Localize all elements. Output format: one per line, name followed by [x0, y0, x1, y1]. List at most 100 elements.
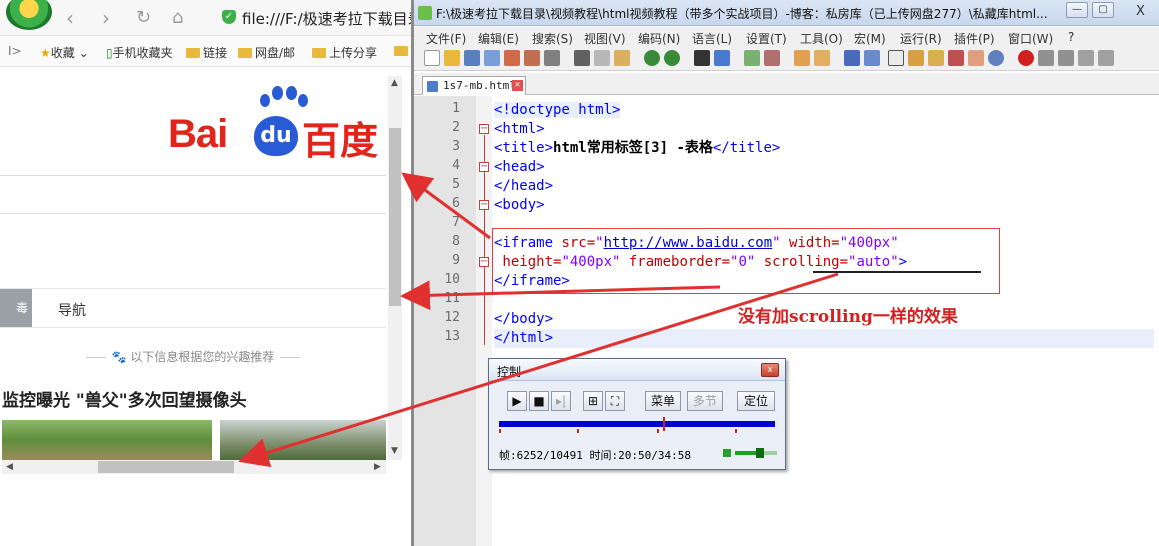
menu-file[interactable]: 文件(F) — [426, 30, 466, 47]
minimize-button[interactable]: — — [1066, 2, 1088, 18]
open-file-icon[interactable] — [444, 50, 460, 66]
scroll-down-icon[interactable]: ▼ — [391, 446, 398, 456]
news-thumbnail[interactable] — [220, 420, 386, 460]
window-title: F:\极速考拉下载目录\视频教程\html视频教程（带多个实战项目）-博客：私房… — [436, 7, 1048, 21]
search-box-edge[interactable] — [0, 213, 386, 214]
tab-close-icon[interactable]: ✕ — [512, 80, 523, 91]
zoom-in-icon[interactable] — [744, 50, 760, 66]
back-icon[interactable]: ‹ — [66, 7, 74, 29]
vertical-scrollbar[interactable]: ▲ ▼ — [388, 76, 402, 460]
save-icon[interactable] — [464, 50, 480, 66]
copy-icon[interactable] — [594, 50, 610, 66]
new-file-icon[interactable] — [424, 50, 440, 66]
menu-help[interactable]: ? — [1068, 30, 1074, 44]
close-file-icon[interactable] — [504, 50, 520, 66]
nav-tab-left[interactable]: 毒 — [0, 289, 32, 327]
sync-scroll-icon[interactable] — [794, 50, 810, 66]
news-thumbnail[interactable] — [2, 420, 212, 460]
reload-icon[interactable]: ↻ — [136, 7, 151, 29]
udl-icon[interactable] — [908, 50, 924, 66]
scroll-left-icon[interactable]: ◀ — [6, 462, 13, 472]
bookmark-more[interactable] — [394, 44, 411, 58]
stop-macro-icon[interactable] — [1038, 50, 1054, 66]
playback-progress-track[interactable] — [499, 421, 775, 427]
menu-settings[interactable]: 设置(T) — [746, 30, 787, 47]
stop-icon[interactable]: ■ — [529, 391, 549, 411]
scroll-right-icon[interactable]: ▶ — [374, 462, 381, 472]
tab-file[interactable]: 1s7-mb.html ✕ — [422, 76, 526, 95]
record-macro-icon[interactable] — [1018, 50, 1034, 66]
folder-workspace-icon[interactable] — [968, 50, 984, 66]
sidebar-toggle-icon[interactable]: I> — [8, 44, 22, 58]
undo-icon[interactable] — [644, 50, 660, 66]
show-all-chars-icon[interactable] — [864, 50, 880, 66]
bookmark-upload-share[interactable]: 上传分享 — [312, 44, 377, 61]
control-close-button[interactable]: x — [761, 363, 779, 377]
find-icon[interactable] — [694, 50, 710, 66]
playback-position-marker[interactable] — [663, 417, 665, 431]
bookmark-favorites[interactable]: ★收藏 ⌄ — [40, 44, 89, 61]
doc-map-icon[interactable] — [928, 50, 944, 66]
news-headline[interactable]: 监控曝光 "兽父"多次回望摄像头 — [2, 386, 247, 411]
home-icon[interactable]: ⌂ — [172, 7, 183, 29]
fold-toggle-icon[interactable]: − — [479, 257, 489, 267]
editor-titlebar[interactable]: F:\极速考拉下载目录\视频教程\html视频教程（带多个实战项目）-博客：私房… — [414, 0, 1159, 26]
fold-toggle-icon[interactable]: − — [479, 200, 489, 210]
menu-encoding[interactable]: 编码(N) — [638, 30, 680, 47]
chapters-button[interactable]: 多节 — [687, 391, 723, 411]
nav-row: 毒 导航 — [0, 288, 386, 328]
control-titlebar[interactable]: 控制 x — [489, 359, 785, 381]
cut-icon[interactable] — [574, 50, 590, 66]
step-icon[interactable]: ▸| — [551, 391, 571, 411]
sync-horizontal-icon[interactable] — [814, 50, 830, 66]
bookmark-mobile[interactable]: ▯手机收藏夹 — [106, 44, 173, 61]
menu-button[interactable]: 菜单 — [645, 391, 681, 411]
address-bar[interactable]: file:///F:/极速考拉下载目录 — [242, 8, 412, 29]
play-icon[interactable]: ▶ — [507, 391, 527, 411]
fit-window-icon[interactable]: ⊞ — [583, 391, 603, 411]
vertical-scroll-thumb[interactable] — [389, 128, 401, 306]
scroll-up-icon[interactable]: ▲ — [391, 78, 398, 88]
forward-icon[interactable]: › — [102, 7, 110, 29]
fold-toggle-icon[interactable]: − — [479, 124, 489, 134]
nav-tab-navigation[interactable]: 导航 — [58, 300, 86, 320]
line-number: 6 — [452, 196, 460, 211]
monitoring-icon[interactable] — [988, 50, 1004, 66]
menu-view[interactable]: 视图(V) — [584, 30, 626, 47]
redo-icon[interactable] — [664, 50, 680, 66]
run-macro-multiple-icon[interactable] — [1078, 50, 1094, 66]
baidu-logo[interactable]: Bai du 百度 — [168, 86, 383, 163]
bookmark-netdisk[interactable]: 网盘/邮 — [238, 44, 295, 61]
menu-edit[interactable]: 编辑(E) — [478, 30, 519, 47]
menu-search[interactable]: 搜索(S) — [532, 30, 573, 47]
menu-plugins[interactable]: 插件(P) — [954, 30, 995, 47]
function-list-icon[interactable] — [948, 50, 964, 66]
play-macro-icon[interactable] — [1058, 50, 1074, 66]
close-button[interactable]: X — [1136, 4, 1145, 19]
volume-knob[interactable] — [756, 448, 764, 458]
paste-icon[interactable] — [614, 50, 630, 66]
replace-icon[interactable] — [714, 50, 730, 66]
locate-button[interactable]: 定位 — [737, 391, 775, 411]
menu-language[interactable]: 语言(L) — [692, 30, 732, 47]
word-wrap-icon[interactable] — [844, 50, 860, 66]
maximize-button[interactable]: ▢ — [1092, 2, 1114, 18]
print-icon[interactable] — [544, 50, 560, 66]
fold-toggle-icon[interactable]: − — [479, 162, 489, 172]
menu-run[interactable]: 运行(R) — [900, 30, 942, 47]
horizontal-scrollbar[interactable]: ◀ ▶ — [2, 460, 386, 474]
indent-guide-icon[interactable] — [888, 50, 904, 66]
bookmark-links[interactable]: 链接 — [186, 44, 227, 61]
menu-window[interactable]: 窗口(W) — [1008, 30, 1053, 47]
zoom-out-icon[interactable] — [764, 50, 780, 66]
save-macro-icon[interactable] — [1098, 50, 1114, 66]
menu-macro[interactable]: 宏(M) — [854, 30, 886, 47]
volume-icon[interactable] — [723, 449, 731, 457]
fullscreen-icon[interactable]: ⛶ — [605, 391, 625, 411]
save-all-icon[interactable] — [484, 50, 500, 66]
browser-logo-icon[interactable] — [6, 0, 52, 30]
menu-tools[interactable]: 工具(O) — [800, 30, 843, 47]
horizontal-scroll-thumb[interactable] — [98, 461, 234, 473]
close-all-icon[interactable] — [524, 50, 540, 66]
volume-slider[interactable] — [735, 448, 777, 458]
